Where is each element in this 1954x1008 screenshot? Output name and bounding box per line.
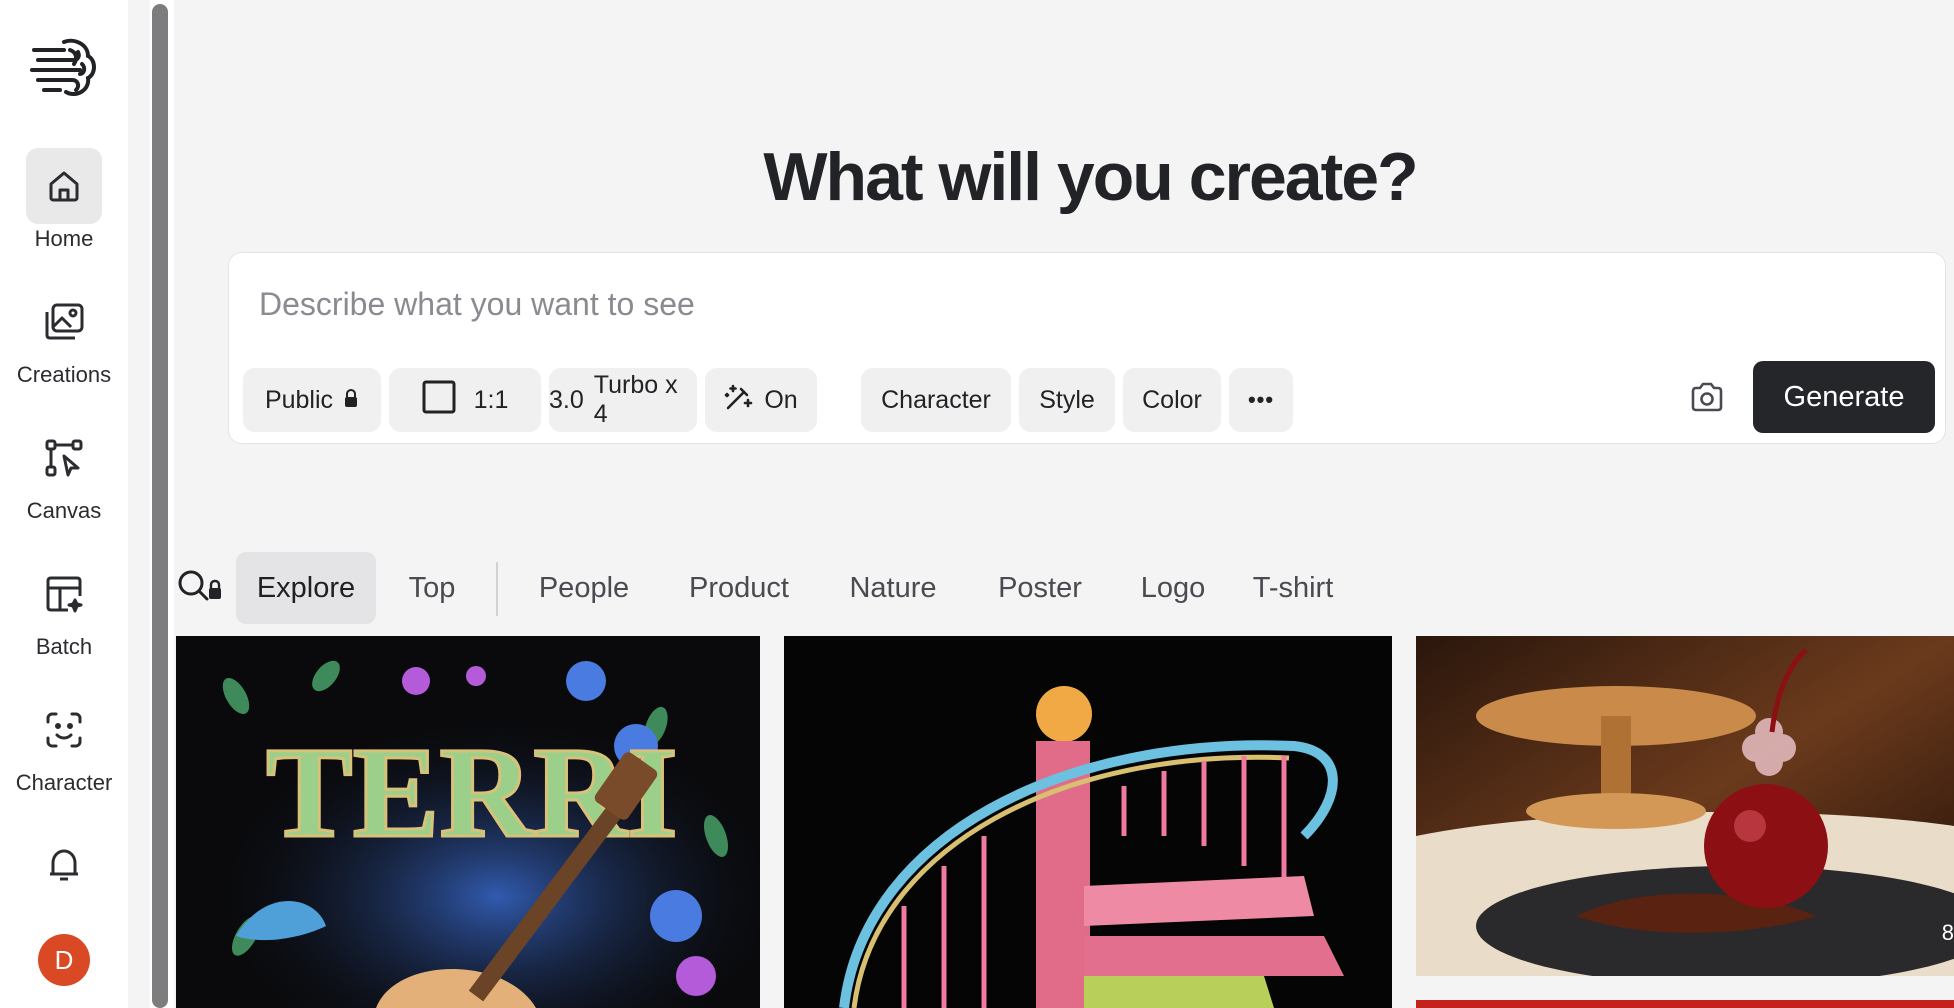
card-count-label: 8 <box>1941 920 1954 945</box>
model-select[interactable]: 3.0 Turbo x 4 <box>549 368 697 432</box>
lock-icon <box>343 386 359 415</box>
style-button[interactable]: Style <box>1019 368 1115 432</box>
brand-logo-icon[interactable] <box>30 36 98 100</box>
magic-prompt-toggle[interactable]: On <box>705 368 817 432</box>
sidebar-item-creations[interactable]: Creations <box>0 284 128 388</box>
aspect-ratio-button[interactable]: 1:1 <box>389 368 541 432</box>
magic-prompt-label: On <box>764 385 798 414</box>
tab-logo[interactable]: Logo <box>1120 552 1226 624</box>
sidebar-item-label: Home <box>34 226 94 251</box>
sidebar-item-batch[interactable]: Batch <box>0 556 128 660</box>
magic-wand-icon <box>724 382 754 419</box>
face-scan-icon <box>26 692 102 768</box>
sidebar-item-label: Creations <box>16 362 112 387</box>
square-icon <box>422 380 456 421</box>
category-tabs: Explore Top People Product Nature Poster… <box>176 552 1376 624</box>
notifications-button[interactable] <box>0 846 128 889</box>
prompt-input[interactable] <box>259 277 1559 331</box>
sidebar-item-canvas[interactable]: Canvas <box>0 420 128 524</box>
more-icon: ••• <box>1247 387 1275 412</box>
tab-product[interactable]: Product <box>668 552 810 624</box>
tab-top[interactable]: Top <box>386 552 478 624</box>
tab-nature[interactable]: Nature <box>826 552 960 624</box>
camera-icon <box>1690 382 1724 417</box>
gallery-card[interactable] <box>1416 1000 1954 1008</box>
sidebar-item-home[interactable]: Home <box>0 148 128 252</box>
color-button[interactable]: Color <box>1123 368 1221 432</box>
guitar-artwork-image: TERRI <box>176 636 760 1008</box>
avatar[interactable]: D <box>38 934 90 986</box>
model-version: 3.0 <box>549 385 584 414</box>
tab-divider <box>496 562 498 616</box>
sidebar-item-label: Batch <box>35 634 93 659</box>
tab-explore[interactable]: Explore <box>236 552 376 624</box>
sidebar: Home Creations Canvas Batch Character D <box>0 0 128 1008</box>
character-button[interactable]: Character <box>861 368 1011 432</box>
search-icon <box>176 570 228 612</box>
image-upload-button[interactable] <box>1677 369 1737 429</box>
gallery-card[interactable]: 8 <box>1416 636 1954 976</box>
tab-people[interactable]: People <box>516 552 652 624</box>
gallery-card[interactable] <box>784 636 1392 1008</box>
page-title: What will you create? <box>763 139 1418 215</box>
color-label: Color <box>1142 385 1202 414</box>
tab-poster[interactable]: Poster <box>976 552 1104 624</box>
tab-tshirt[interactable]: T-shirt <box>1226 552 1360 624</box>
home-icon <box>26 148 102 224</box>
more-options-button[interactable]: ••• <box>1229 368 1293 432</box>
prompt-panel: Public 1:1 3.0 Turbo x 4 On Character St… <box>228 252 1946 444</box>
character-label: Character <box>881 385 991 414</box>
staircase-artwork-image <box>784 636 1392 1008</box>
visibility-toggle[interactable]: Public <box>243 368 381 432</box>
generate-button[interactable]: Generate <box>1753 361 1935 433</box>
visibility-label: Public <box>264 385 334 414</box>
bell-icon <box>45 846 83 889</box>
gallery-card[interactable]: TERRI <box>176 636 760 1008</box>
dessert-artwork-image <box>1416 636 1954 976</box>
scrollbar-thumb[interactable] <box>152 4 168 1008</box>
canvas-icon <box>26 420 102 496</box>
batch-icon <box>26 556 102 632</box>
style-label: Style <box>1039 385 1095 414</box>
sidebar-item-label: Canvas <box>26 498 102 523</box>
sidebar-item-character[interactable]: Character <box>0 692 128 796</box>
gallery-icon <box>26 284 102 360</box>
aspect-ratio-label: 1:1 <box>473 385 509 414</box>
sidebar-item-label: Character <box>15 770 113 795</box>
model-name: Turbo x 4 <box>593 371 678 428</box>
search-button[interactable] <box>176 568 228 608</box>
